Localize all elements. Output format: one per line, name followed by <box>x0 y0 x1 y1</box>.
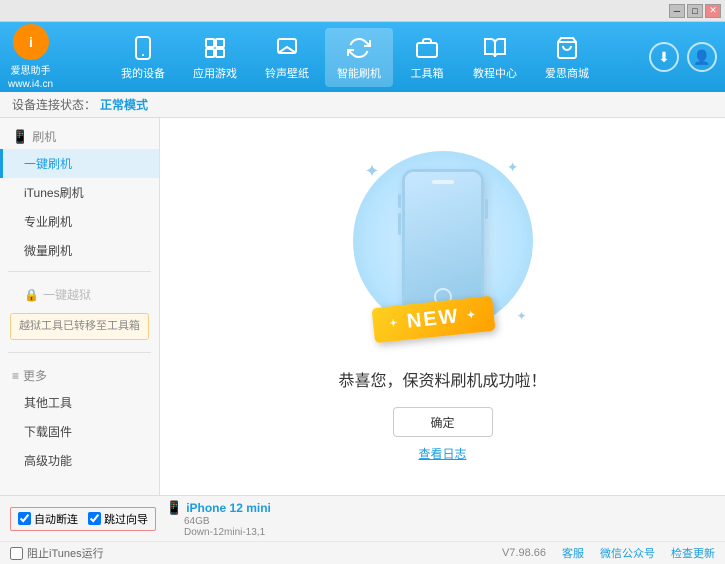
tutorial-icon <box>481 34 509 62</box>
success-illustration: ✦ ✦ ✦ ✦ NEW ✦ <box>343 151 543 351</box>
apps-games-icon <box>201 34 229 62</box>
my-device-icon <box>129 34 157 62</box>
auto-close-checkbox[interactable] <box>18 512 31 525</box>
nav-ringtone[interactable]: 铃声壁纸 <box>253 28 321 87</box>
footer-main: 自动断连 跳过向导 📱 iPhone 12 mini 64GB Down-12m… <box>0 496 725 542</box>
sidebar-warning-box: 越狱工具已转移至工具箱 <box>10 313 149 340</box>
device-info: 📱 iPhone 12 mini 64GB Down-12mini-13,1 <box>166 500 271 538</box>
user-button[interactable]: 👤 <box>687 42 717 72</box>
nav-smart-flash[interactable]: 智能刷机 <box>325 28 393 87</box>
sidebar-section-more: ≡ 更多 其他工具 下载固件 高级功能 <box>0 357 159 477</box>
skip-guide-label[interactable]: 跳过向导 <box>88 511 148 527</box>
device-storage: 64GB <box>166 516 271 527</box>
nav-toolbox[interactable]: 工具箱 <box>397 28 457 87</box>
check-update-link[interactable]: 检查更新 <box>671 545 715 561</box>
sidebar-more-header: ≡ 更多 <box>0 363 159 388</box>
phone-icon-footer: 📱 <box>166 500 182 516</box>
download-button[interactable]: ⬇ <box>649 42 679 72</box>
main-area: 📱 刷机 一键刷机 iTunes刷机 专业刷机 微量刷机 🔒 一键越狱 越狱工具… <box>0 118 725 495</box>
sparkle-left: ✦ <box>365 161 380 182</box>
sidebar-item-download-firmware[interactable]: 下载固件 <box>0 417 159 446</box>
nav-smart-flash-label: 智能刷机 <box>337 65 381 81</box>
logo-name: 爱思助手 <box>11 62 51 77</box>
sidebar-item-advanced[interactable]: 高级功能 <box>0 446 159 475</box>
goto-link[interactable]: 查看日志 <box>418 445 466 462</box>
toolbox-icon <box>413 34 441 62</box>
sidebar-section-flash: 📱 刷机 一键刷机 iTunes刷机 专业刷机 微量刷机 <box>0 118 159 267</box>
footer-status-bar: 阻止iTunes运行 V7.98.66 客服 微信公众号 检查更新 <box>0 542 725 564</box>
smart-flash-icon <box>345 34 373 62</box>
nav-bar: 我的设备 应用游戏 铃声壁纸 智能刷机 工具箱 <box>69 28 641 87</box>
flash-section-icon: 📱 <box>12 129 28 145</box>
title-bar: ─ □ ✕ <box>0 0 725 22</box>
logo-url: www.i4.cn <box>8 79 53 90</box>
minimize-button[interactable]: ─ <box>669 4 685 18</box>
sidebar-item-micro-flash[interactable]: 微量刷机 <box>0 236 159 265</box>
sidebar-divider-2 <box>8 352 151 353</box>
bottom-area: 自动断连 跳过向导 📱 iPhone 12 mini 64GB Down-12m… <box>0 495 725 564</box>
nav-toolbox-label: 工具箱 <box>411 65 444 81</box>
nav-tutorial[interactable]: 教程中心 <box>461 28 529 87</box>
header-actions: ⬇ 👤 <box>649 42 717 72</box>
nav-my-device-label: 我的设备 <box>121 65 165 81</box>
close-button[interactable]: ✕ <box>705 4 721 18</box>
sidebar-item-other-tools[interactable]: 其他工具 <box>0 388 159 417</box>
status-label: 设备连接状态： <box>12 96 96 113</box>
device-name: iPhone 12 mini <box>186 501 271 515</box>
skip-guide-checkbox[interactable] <box>88 512 101 525</box>
auto-close-label[interactable]: 自动断连 <box>18 511 78 527</box>
sidebar-jailbreak-disabled: 🔒 一键越狱 <box>0 282 159 307</box>
nav-tutorial-label: 教程中心 <box>473 65 517 81</box>
maximize-button[interactable]: □ <box>687 4 703 18</box>
shop-icon <box>553 34 581 62</box>
sidebar-item-one-key-flash[interactable]: 一键刷机 <box>0 149 159 178</box>
nav-apps-games[interactable]: 应用游戏 <box>181 28 249 87</box>
nav-shop-label: 爱思商城 <box>545 65 589 81</box>
logo[interactable]: i 爱思助手 www.i4.cn <box>8 24 53 90</box>
nav-my-device[interactable]: 我的设备 <box>109 28 177 87</box>
sidebar-item-pro-flash[interactable]: 专业刷机 <box>0 207 159 236</box>
checkbox-group: 自动断连 跳过向导 <box>10 507 156 531</box>
sidebar-section-jailbreak: 🔒 一键越狱 越狱工具已转移至工具箱 <box>0 276 159 348</box>
itunes-label: 阻止iTunes运行 <box>27 545 104 561</box>
customer-service-link[interactable]: 客服 <box>562 545 584 561</box>
version-label: V7.98.66 <box>502 547 546 559</box>
content-area: ✦ ✦ ✦ ✦ NEW ✦ 恭喜您，保资料刷机成功啦！ 确定 查看日志 <box>160 118 725 495</box>
lock-icon: 🔒 <box>24 288 39 302</box>
sidebar-item-itunes-flash[interactable]: iTunes刷机 <box>0 178 159 207</box>
sparkle-right-top: ✦ <box>507 159 519 176</box>
itunes-block-checkbox[interactable] <box>10 547 23 560</box>
header: i 爱思助手 www.i4.cn 我的设备 应用游戏 铃声壁纸 <box>0 22 725 92</box>
confirm-button[interactable]: 确定 <box>393 407 493 437</box>
sidebar: 📱 刷机 一键刷机 iTunes刷机 专业刷机 微量刷机 🔒 一键越狱 越狱工具… <box>0 118 160 495</box>
nav-ringtone-label: 铃声壁纸 <box>265 65 309 81</box>
sidebar-section-flash-label: 刷机 <box>32 128 56 145</box>
sidebar-divider-1 <box>8 271 151 272</box>
device-model: Down-12mini-13,1 <box>166 527 271 538</box>
nav-apps-games-label: 应用游戏 <box>193 65 237 81</box>
status-bar: 设备连接状态： 正常模式 <box>0 92 725 118</box>
status-value: 正常模式 <box>100 96 148 113</box>
sparkle-right-bottom: ✦ <box>516 309 526 323</box>
nav-shop[interactable]: 爱思商城 <box>533 28 601 87</box>
logo-icon: i <box>13 24 49 60</box>
svg-text:i: i <box>29 34 33 50</box>
ringtone-icon <box>273 34 301 62</box>
more-icon: ≡ <box>12 369 19 383</box>
wechat-link[interactable]: 微信公众号 <box>600 545 655 561</box>
success-text: 恭喜您，保资料刷机成功啦！ <box>338 367 546 391</box>
sidebar-section-flash-header: 📱 刷机 <box>0 124 159 149</box>
